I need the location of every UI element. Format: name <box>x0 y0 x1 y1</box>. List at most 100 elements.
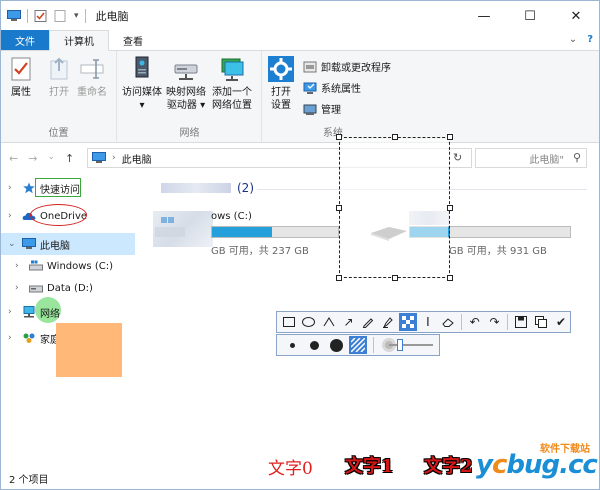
quick-access-toolbar: ▾ <box>1 9 86 23</box>
collapse-chevron-icon[interactable]: ⌄ <box>8 239 18 249</box>
mosaic-pattern-icon[interactable] <box>349 336 367 354</box>
up-arrow-icon[interactable]: ↑ <box>65 152 74 165</box>
ellipse-tool-icon[interactable] <box>300 313 318 331</box>
resize-handle-nw[interactable] <box>336 134 342 140</box>
copy-icon[interactable] <box>532 313 550 331</box>
expand-chevron-icon[interactable]: › <box>15 261 25 271</box>
minimize-ribbon-chevron-icon[interactable]: ⌄ <box>569 34 577 45</box>
properties-check-icon[interactable] <box>34 10 48 22</box>
rectangle-tool-icon[interactable] <box>280 313 298 331</box>
ribbon-group-system: 打开 设置 卸载或更改程序 系统属性 管理 系统 <box>263 51 403 143</box>
site-watermark-logo: 软件下载站 ycbug.cc <box>470 440 598 484</box>
computer-icon[interactable] <box>7 10 21 22</box>
network-location-icon <box>221 58 244 81</box>
drive-usage-fill-c <box>212 227 273 237</box>
text-annotation-1[interactable]: 文字1 <box>345 452 394 478</box>
properties-icon <box>11 57 31 81</box>
resize-handle-s[interactable] <box>392 275 398 281</box>
pencil-tool-icon[interactable] <box>359 313 377 331</box>
navigation-bar: ← → ⌄ ↑ › 此电脑 ↻ 此电脑" ⚲ <box>1 147 599 169</box>
save-icon[interactable] <box>512 313 530 331</box>
nav-item-this-pc[interactable]: ⌄ 此电脑 <box>1 233 135 255</box>
system-properties-button[interactable]: 系统属性 <box>303 80 361 95</box>
search-input[interactable]: 此电脑" ⚲ <box>475 148 587 168</box>
help-icon[interactable]: ? <box>587 34 593 45</box>
text-annotation-2[interactable]: 文字2 <box>424 452 473 478</box>
refresh-icon[interactable]: ↻ <box>453 151 462 164</box>
tab-file[interactable]: 文件 <box>1 30 49 50</box>
nav-item-data-d[interactable]: › Data (D:) <box>1 277 135 299</box>
eraser-tool-icon[interactable] <box>439 313 457 331</box>
properties-button[interactable]: 属性 <box>7 55 35 99</box>
nav-label-network: 网络 <box>40 308 60 320</box>
ribbon: 属性 打开 重命名 位置 访问媒体 ▾ 映射网络 驱动器 ▾ 添加一个 网络位置… <box>1 51 599 143</box>
highlighter-tool-icon[interactable] <box>379 313 397 331</box>
screenshot-selection-box[interactable] <box>339 137 450 278</box>
back-arrow-icon[interactable]: ← <box>9 152 18 165</box>
resize-handle-ne[interactable] <box>447 134 453 140</box>
resize-handle-se[interactable] <box>447 275 453 281</box>
intensity-slider-track[interactable] <box>389 344 433 346</box>
open-settings-button[interactable]: 打开 设置 <box>267 55 295 112</box>
search-icon: ⚲ <box>572 151 581 164</box>
brush-size-small-icon[interactable] <box>283 336 301 354</box>
media-server-icon <box>135 56 149 78</box>
watermark-main: ycbug.cc <box>476 450 598 480</box>
redo-icon[interactable]: ↷ <box>486 313 504 331</box>
network-icon <box>23 306 35 318</box>
tab-view[interactable]: 查看 <box>109 30 157 50</box>
maximize-button[interactable]: ☐ <box>507 1 553 31</box>
drive-free-c: GB 可用，共 237 GB <box>211 246 309 257</box>
text-tool-icon[interactable]: I <box>419 313 437 331</box>
text-annotation-0[interactable]: 文字0 <box>268 454 313 479</box>
uninstall-program-button[interactable]: 卸载或更改程序 <box>303 59 391 74</box>
devices-section-header[interactable]: (2) <box>161 181 254 195</box>
resize-handle-sw[interactable] <box>336 275 342 281</box>
brush-size-large-icon[interactable] <box>327 336 345 354</box>
done-check-icon[interactable]: ✔ <box>552 313 570 331</box>
brush-size-medium-icon[interactable] <box>305 336 323 354</box>
toolbar-separator <box>460 314 462 330</box>
line-tool-icon[interactable] <box>320 313 338 331</box>
add-network-location-button[interactable]: 添加一个 网络位置 <box>212 55 252 112</box>
expand-chevron-icon[interactable]: › <box>8 333 18 343</box>
star-icon <box>23 182 35 194</box>
orange-mosaic-annotation[interactable] <box>56 323 122 377</box>
new-folder-icon[interactable] <box>54 10 68 22</box>
access-media-button[interactable]: 访问媒体 ▾ <box>122 55 162 112</box>
add-network-location-label-2: 网络位置 <box>212 100 252 111</box>
close-button[interactable]: ✕ <box>553 1 599 31</box>
customize-quick-access-icon[interactable]: ▾ <box>74 11 79 21</box>
expand-chevron-icon[interactable]: › <box>8 183 18 193</box>
expand-chevron-icon[interactable]: › <box>15 283 25 293</box>
drive-tile-c[interactable]: ows (C:) GB 可用，共 237 GB <box>149 211 339 257</box>
undo-icon[interactable]: ↶ <box>466 313 484 331</box>
manage-button[interactable]: 管理 <box>303 101 341 116</box>
rename-label: 重命名 <box>77 87 107 98</box>
rename-button[interactable]: 重命名 <box>77 55 107 99</box>
rename-icon <box>80 59 104 79</box>
resize-handle-n[interactable] <box>392 134 398 140</box>
forward-arrow-icon[interactable]: → <box>28 152 37 165</box>
nav-item-windows-c[interactable]: › Windows (C:) <box>1 255 135 277</box>
mosaic-tool-icon[interactable] <box>399 313 418 331</box>
nav-item-network[interactable]: › 网络 <box>1 301 135 323</box>
resize-handle-e[interactable] <box>447 205 453 211</box>
map-network-drive-button[interactable]: 映射网络 驱动器 ▾ <box>166 55 206 112</box>
red-ellipse-annotation[interactable] <box>30 204 87 226</box>
open-button[interactable]: 打开 <box>45 55 73 99</box>
green-rectangle-annotation[interactable] <box>35 178 81 197</box>
tab-computer[interactable]: 计算机 <box>49 30 109 51</box>
intensity-slider-knob[interactable] <box>397 339 403 351</box>
minimize-button[interactable]: — <box>461 1 507 31</box>
search-placeholder: 此电脑" <box>529 154 564 166</box>
toolbar-separator <box>507 314 509 330</box>
expand-chevron-icon[interactable]: › <box>8 307 18 317</box>
system-properties-icon <box>303 82 317 94</box>
expand-chevron-icon[interactable]: › <box>8 211 18 221</box>
section-count: (2) <box>237 181 254 195</box>
homegroup-icon <box>23 333 35 343</box>
arrow-tool-icon[interactable]: ↗ <box>340 313 358 331</box>
resize-handle-w[interactable] <box>336 205 342 211</box>
recent-locations-icon[interactable]: ⌄ <box>47 152 55 165</box>
